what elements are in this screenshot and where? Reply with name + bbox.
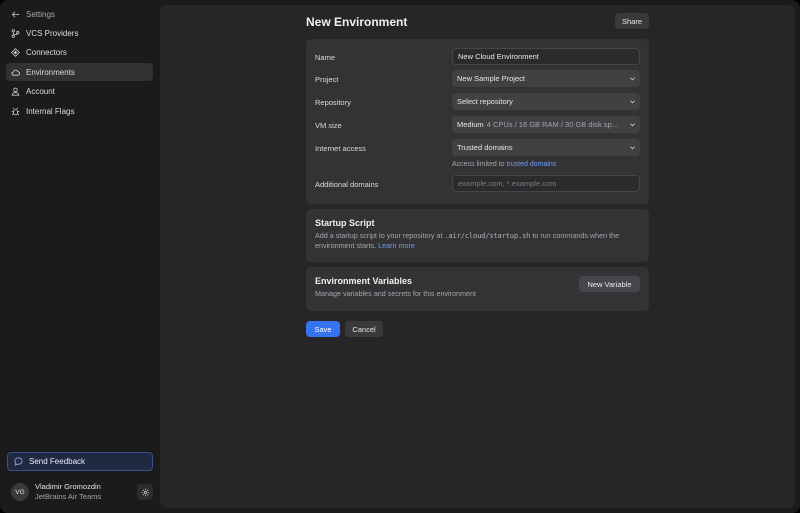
sidebar-item-label: Account (26, 87, 55, 96)
additional-domains-input[interactable]: example.com, *.example.com (452, 175, 640, 192)
startup-script-card: Startup Script Add a startup script to y… (306, 209, 649, 262)
chat-bubble-icon (14, 457, 23, 466)
vm-size-select[interactable]: Medium 4 CPUs / 16 GB RAM / 30 GB disk s… (452, 116, 640, 133)
sidebar-item-connectors[interactable]: Connectors (6, 44, 153, 62)
chevron-down-icon (630, 100, 635, 104)
vm-size-row: VM size Medium 4 CPUs / 16 GB RAM / 30 G… (306, 116, 649, 134)
internet-access-value: Trusted domains (457, 143, 513, 152)
chevron-down-icon (630, 146, 635, 150)
internet-access-hint: Access limited to trusted domains (452, 161, 556, 168)
cloud-icon (11, 69, 20, 76)
chevron-down-icon (630, 77, 635, 81)
save-button[interactable]: Save (306, 321, 340, 337)
chevron-down-icon (630, 123, 635, 127)
sidebar-item-vcs-providers[interactable]: VCS Providers (6, 24, 153, 42)
bug-icon (11, 107, 20, 115)
hint-text: Access limited to (452, 161, 505, 168)
sidebar-item-label: Connectors (26, 48, 67, 57)
sidebar-item-account[interactable]: Account (6, 83, 153, 101)
connectors-icon (11, 48, 20, 57)
page-title: New Environment (306, 15, 408, 29)
vm-size-value: Medium (457, 120, 484, 129)
project-value: New Sample Project (457, 74, 525, 83)
vm-size-label: VM size (315, 121, 342, 130)
repository-value: Select repository (457, 97, 513, 106)
vm-size-detail: 4 CPUs / 16 GB RAM / 30 GB disk sp... (486, 120, 618, 129)
sidebar: Settings VCS Providers Connectors Enviro… (0, 0, 160, 513)
environment-form: Name New Cloud Environment Project New S… (306, 39, 649, 204)
main-content: New Environment Share Name New Cloud Env… (160, 5, 795, 508)
project-select[interactable]: New Sample Project (452, 70, 640, 87)
repository-select[interactable]: Select repository (452, 93, 640, 110)
user-name: Vladimir Gromozdin (35, 482, 101, 491)
settings-button[interactable] (137, 484, 153, 500)
startup-script-description: Add a startup script to your repository … (315, 231, 640, 251)
vcs-icon (11, 28, 20, 38)
sidebar-item-label: VCS Providers (26, 28, 79, 38)
sidebar-item-label: Internal Flags (26, 106, 75, 116)
repository-row: Repository Select repository (306, 93, 649, 111)
project-label: Project (315, 75, 339, 84)
send-feedback-button[interactable]: Send Feedback (7, 452, 153, 471)
avatar[interactable]: VG (11, 483, 29, 501)
startup-desc-before: Add a startup script to your repository … (315, 231, 443, 240)
repository-label: Repository (315, 98, 351, 107)
env-vars-title: Environment Variables (315, 276, 413, 286)
gear-icon (141, 488, 149, 496)
internet-access-select[interactable]: Trusted domains (452, 139, 640, 156)
name-row: Name New Cloud Environment (306, 48, 649, 66)
startup-script-title: Startup Script (315, 218, 375, 228)
trusted-domains-link[interactable]: trusted domains (506, 161, 556, 168)
name-input[interactable]: New Cloud Environment (452, 48, 640, 65)
sidebar-item-label: Environments (26, 67, 75, 77)
sidebar-nav: VCS Providers Connectors Environments Ac… (6, 24, 153, 122)
startup-script-path: .air/cloud/startup.sh (444, 232, 531, 240)
name-label: Name (315, 53, 336, 62)
back-label: Settings (26, 9, 55, 19)
user-profile: VG Vladimir Gromozdin JetBrains Air Team… (11, 480, 153, 504)
app-window: Settings VCS Providers Connectors Enviro… (0, 0, 800, 513)
arrow-left-icon (11, 10, 20, 18)
sidebar-item-environments[interactable]: Environments (6, 63, 153, 81)
cancel-button[interactable]: Cancel (345, 321, 383, 337)
user-team: JetBrains Air Teams (35, 492, 102, 501)
additional-domains-label: Additional domains (315, 180, 379, 189)
share-button[interactable]: Share (615, 13, 649, 29)
project-row: Project New Sample Project (306, 70, 649, 88)
internet-access-row: Internet access Trusted domains (306, 139, 649, 157)
environment-variables-card: Environment Variables Manage variables a… (306, 267, 649, 311)
learn-more-link[interactable]: Learn more (378, 241, 415, 250)
new-variable-button[interactable]: New Variable (579, 276, 640, 292)
internet-access-label: Internet access (315, 144, 366, 153)
back-to-settings[interactable]: Settings (11, 8, 55, 20)
send-feedback-label: Send Feedback (29, 457, 86, 466)
sidebar-item-internal-flags[interactable]: Internal Flags (6, 102, 153, 120)
additional-domains-row: Additional domains example.com, *.exampl… (306, 175, 649, 193)
user-icon (11, 87, 20, 96)
